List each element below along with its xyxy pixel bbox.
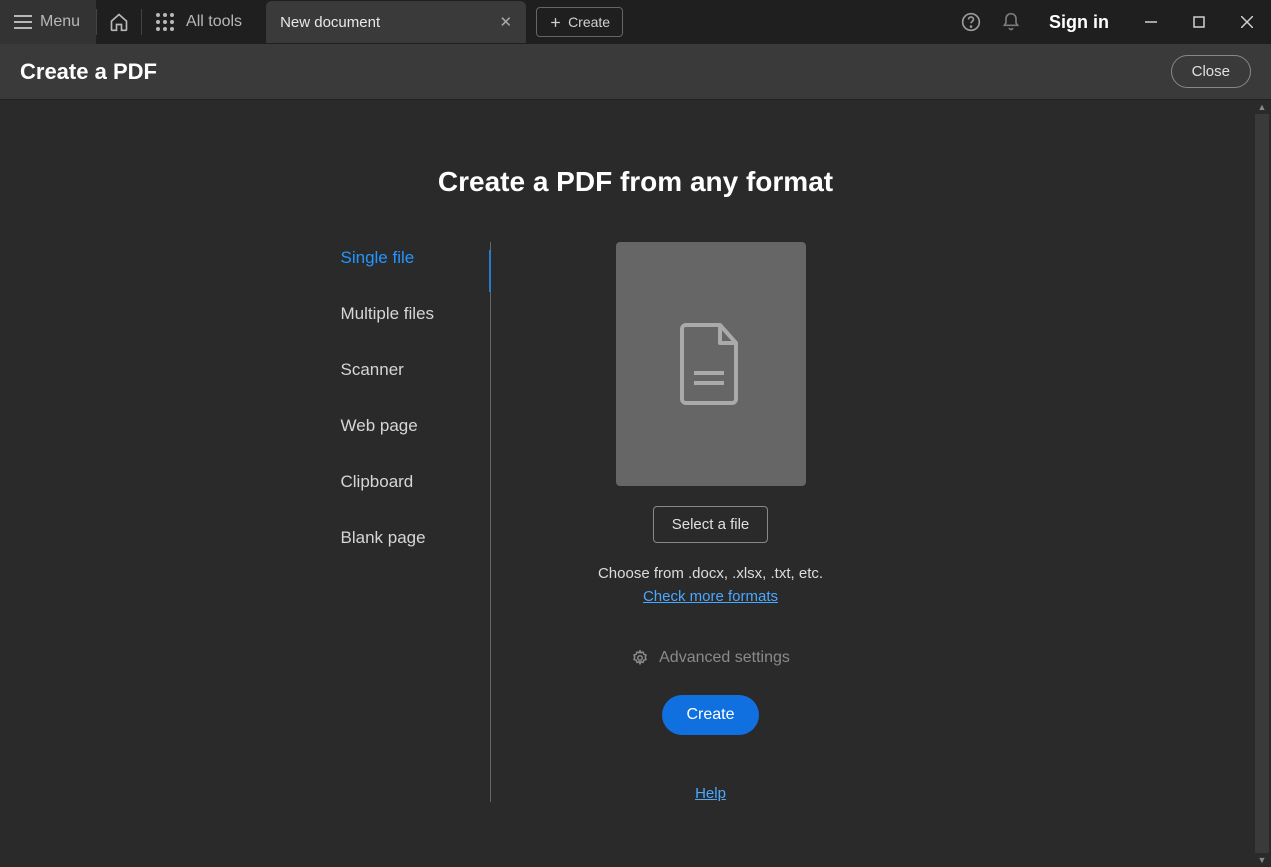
help-link-label: Help — [695, 785, 726, 802]
create-button-label: Create — [686, 706, 734, 723]
close-window-button[interactable] — [1223, 0, 1271, 44]
main-heading: Create a PDF from any format — [0, 166, 1271, 198]
subheader: Create a PDF Close — [0, 44, 1271, 100]
scroll-down-icon[interactable]: ▼ — [1255, 853, 1269, 867]
minimize-icon — [1145, 16, 1157, 28]
option-clipboard[interactable]: Clipboard — [341, 454, 442, 510]
home-icon — [109, 12, 129, 32]
tab-label: New document — [280, 14, 380, 31]
select-file-button[interactable]: Select a file — [653, 506, 769, 543]
help-icon — [961, 12, 981, 32]
more-formats-link[interactable]: Check more formats — [643, 588, 778, 605]
option-scanner[interactable]: Scanner — [341, 342, 442, 398]
plus-icon — [549, 16, 562, 29]
grid-icon — [156, 13, 174, 31]
title-bar: Menu All tools New document ✕ Create Sig… — [0, 0, 1271, 44]
source-options-list: Single file Multiple files Scanner Web p… — [341, 242, 491, 802]
page-title: Create a PDF — [20, 59, 157, 85]
help-link[interactable]: Help — [695, 785, 726, 802]
minimize-button[interactable] — [1127, 0, 1175, 44]
close-icon — [1241, 16, 1253, 28]
create-button[interactable]: Create — [662, 695, 758, 735]
main-area: Create a PDF from any format Single file… — [0, 100, 1271, 867]
close-panel-label: Close — [1192, 63, 1230, 80]
help-button[interactable] — [951, 0, 991, 44]
file-dropzone[interactable] — [616, 242, 806, 486]
menu-button[interactable]: Menu — [0, 0, 96, 44]
create-tab-button[interactable]: Create — [536, 7, 623, 37]
home-button[interactable] — [97, 0, 141, 44]
maximize-button[interactable] — [1175, 0, 1223, 44]
option-web-page[interactable]: Web page — [341, 398, 442, 454]
sign-in-label: Sign in — [1049, 12, 1109, 32]
tab-close-icon[interactable]: ✕ — [499, 13, 512, 31]
document-icon — [676, 321, 746, 407]
close-panel-button[interactable]: Close — [1171, 55, 1251, 88]
option-single-file[interactable]: Single file — [341, 242, 442, 286]
file-types-hint: Choose from .docx, .xlsx, .txt, etc. — [598, 565, 823, 582]
sign-in-button[interactable]: Sign in — [1031, 12, 1127, 33]
content-row: Single file Multiple files Scanner Web p… — [0, 242, 1271, 802]
scroll-up-icon[interactable]: ▲ — [1255, 100, 1269, 114]
tab-new-document[interactable]: New document ✕ — [266, 1, 526, 43]
hamburger-icon — [14, 15, 32, 29]
all-tools-button[interactable]: All tools — [142, 0, 266, 44]
more-formats-label: Check more formats — [643, 588, 778, 605]
gear-icon — [631, 649, 649, 667]
notifications-button[interactable] — [991, 0, 1031, 44]
option-blank-page[interactable]: Blank page — [341, 510, 442, 566]
option-multiple-files[interactable]: Multiple files — [341, 286, 442, 342]
maximize-icon — [1193, 16, 1205, 28]
file-panel: Select a file Choose from .docx, .xlsx, … — [491, 242, 931, 802]
advanced-settings-label: Advanced settings — [659, 649, 790, 667]
menu-button-label: Menu — [40, 13, 80, 31]
create-tab-label: Create — [568, 14, 610, 30]
vertical-scrollbar[interactable]: ▲ ▼ — [1255, 100, 1269, 867]
scrollbar-track[interactable] — [1255, 114, 1269, 853]
bell-icon — [1001, 12, 1021, 32]
select-file-label: Select a file — [672, 516, 750, 533]
all-tools-label: All tools — [186, 13, 242, 31]
advanced-settings-button[interactable]: Advanced settings — [631, 649, 790, 667]
